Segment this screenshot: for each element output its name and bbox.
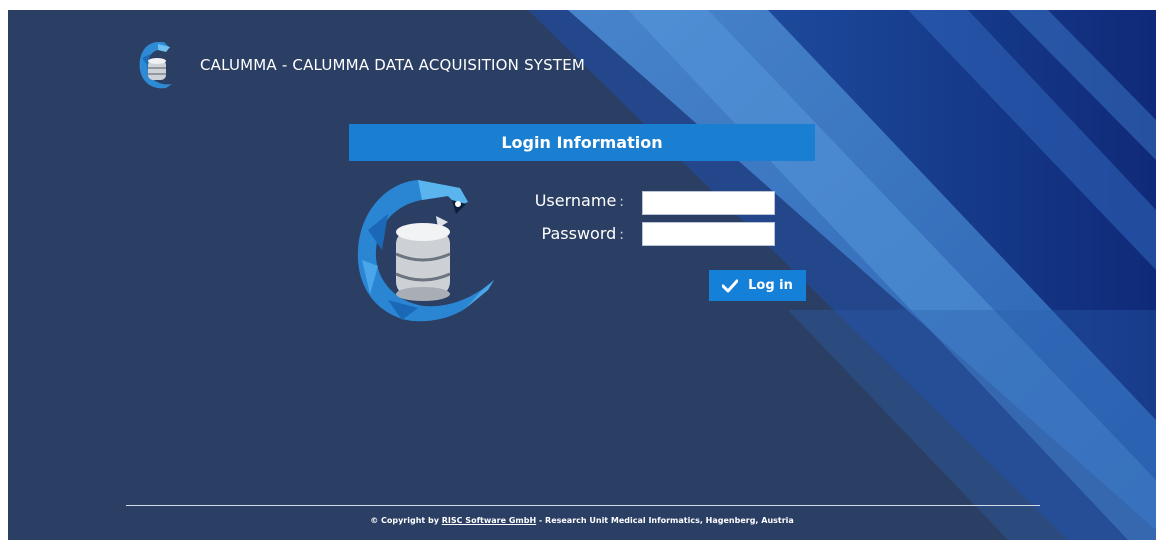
- login-button-label: Log in: [748, 278, 793, 293]
- login-button[interactable]: Log in: [709, 270, 806, 301]
- login-panel-header: Login Information: [349, 124, 815, 161]
- username-label-colon: :: [619, 194, 624, 210]
- login-title: Login Information: [501, 133, 663, 152]
- calumma-logo-icon: [139, 42, 172, 89]
- risc-software-link[interactable]: RISC Software GmbH: [442, 516, 536, 525]
- username-input[interactable]: [642, 191, 775, 215]
- calumma-chameleon-logo-icon: [357, 180, 494, 322]
- footer-divider: [126, 505, 1040, 506]
- copyright-suffix: - Research Unit Medical Informatics, Hag…: [536, 516, 794, 525]
- password-label: Password:: [514, 224, 624, 243]
- check-icon: [722, 279, 739, 292]
- username-label: Username:: [514, 191, 624, 210]
- app-header: CALUMMA - CALUMMA DATA ACQUISITION SYSTE…: [136, 38, 585, 92]
- password-input[interactable]: [642, 222, 775, 246]
- username-label-text: Username: [534, 191, 617, 210]
- password-label-text: Password: [541, 224, 617, 243]
- footer: © Copyright by RISC Software GmbH - Rese…: [8, 516, 1156, 525]
- password-label-colon: :: [619, 227, 624, 243]
- login-page: CALUMMA - CALUMMA DATA ACQUISITION SYSTE…: [8, 10, 1156, 540]
- copyright-prefix: © Copyright by: [370, 516, 439, 525]
- app-title: CALUMMA - CALUMMA DATA ACQUISITION SYSTE…: [200, 56, 586, 74]
